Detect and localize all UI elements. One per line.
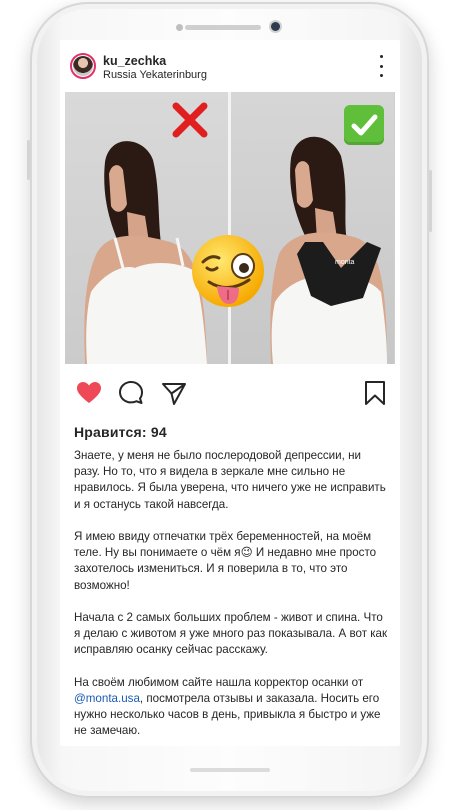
- location[interactable]: Russia Yekaterinburg: [103, 69, 207, 81]
- comment-icon[interactable]: [118, 380, 144, 406]
- share-icon[interactable]: [161, 380, 187, 406]
- volume-button: [27, 140, 30, 180]
- mention-link[interactable]: @monta.usa: [74, 692, 140, 705]
- before-photo: [65, 92, 228, 364]
- heart-icon[interactable]: [76, 380, 102, 406]
- power-button: [429, 170, 432, 232]
- avatar[interactable]: [70, 53, 96, 79]
- post-image: monta: [65, 92, 395, 364]
- home-indicator: [190, 768, 270, 772]
- username[interactable]: ku_zechka: [103, 54, 166, 68]
- earpiece-speaker: [185, 25, 261, 30]
- caption-paragraph-1: Знаете, у меня не было послеродовой депр…: [74, 449, 386, 511]
- bookmark-icon[interactable]: [362, 380, 388, 406]
- brace-label: monta: [335, 259, 355, 266]
- more-options-icon[interactable]: [376, 55, 386, 77]
- caption-paragraph-2: Я имею ввиду отпечатки трёх беременносте…: [74, 530, 377, 592]
- check-mark-icon: [344, 105, 384, 145]
- front-camera: [271, 22, 280, 31]
- likes-count[interactable]: Нравится: 94: [74, 424, 167, 440]
- after-photo: monta: [231, 92, 394, 364]
- instagram-post-screen: ku_zechka Russia Yekaterinburg monta Нра…: [60, 40, 400, 746]
- post-actions: [60, 374, 400, 410]
- caption-text: На своём любимом сайте нашла корректор о…: [74, 675, 364, 689]
- proximity-sensor: [176, 24, 183, 31]
- post-header: ku_zechka Russia Yekaterinburg: [60, 40, 400, 92]
- winking-face-tongue-emoji: [192, 235, 264, 307]
- post-caption: Знаете, у меня не было послеродовой депр…: [74, 448, 388, 746]
- cross-mark-icon: [172, 102, 208, 138]
- caption-paragraph-3: Начала с 2 самых больших проблем - живот…: [74, 611, 388, 657]
- caption-paragraph-4: На своём любимом сайте нашла корректор о…: [74, 675, 388, 740]
